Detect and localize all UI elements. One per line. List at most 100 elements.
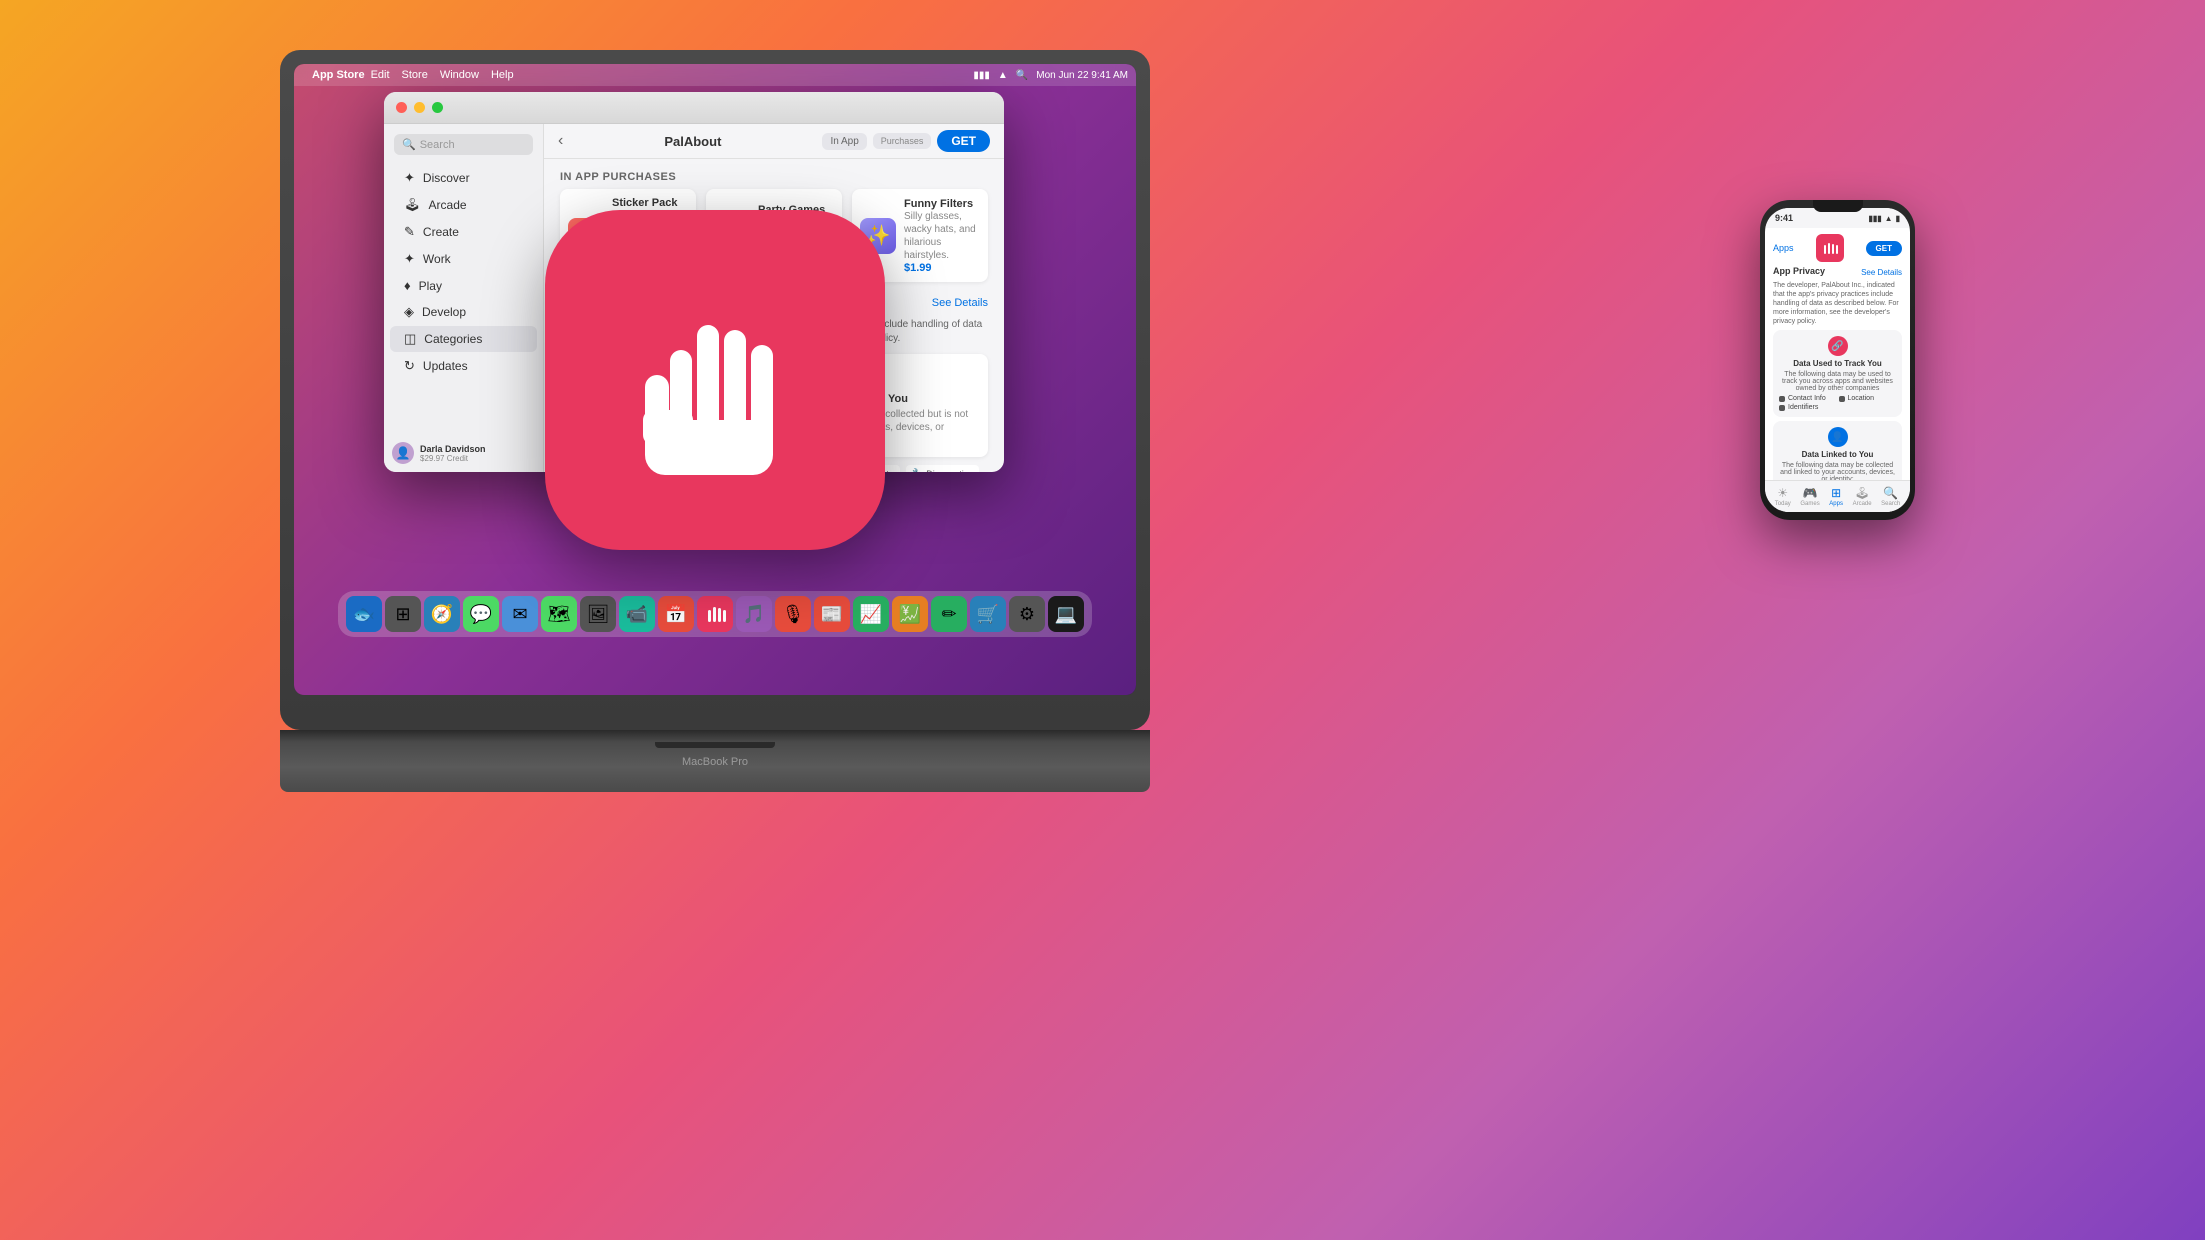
dock-keynote[interactable]: ✏: [931, 596, 967, 632]
get-button[interactable]: GET: [937, 130, 990, 152]
identifiers-tag-dot: [1779, 405, 1785, 411]
sidebar-item-develop[interactable]: ◈ Develop: [390, 299, 537, 325]
menu-window[interactable]: Window: [440, 69, 479, 81]
discover-icon: ✦: [404, 170, 415, 186]
nav-buttons: In App Purchases GET: [822, 130, 990, 152]
datetime: Mon Jun 22 9:41 AM: [1036, 70, 1128, 81]
iphone-bottombar: ☀ Today 🎮 Games ⊞ Apps 🕹 Arcade 🔍 S: [1765, 480, 1910, 512]
iphone-tag-identifiers: Identifiers: [1779, 404, 1837, 411]
iphone-app-icon: [1816, 234, 1844, 262]
dock-palabout[interactable]: [697, 596, 733, 632]
iap-name: Sticker Pack: [612, 197, 688, 209]
dock-mail[interactable]: ✉: [502, 596, 538, 632]
dock-news[interactable]: 📰: [814, 596, 850, 632]
app-title: PalAbout: [571, 134, 814, 149]
games-tab-icon: 🎮: [1803, 486, 1818, 500]
dock-maps[interactable]: 🗺: [541, 596, 577, 632]
search-icon[interactable]: 🔍: [1016, 70, 1028, 81]
iphone-tab-arcade[interactable]: 🕹 Arcade: [1853, 486, 1872, 507]
iphone-track-box: 🔗 Data Used to Track You The following d…: [1773, 330, 1902, 417]
iphone-tab-apps[interactable]: ⊞ Apps: [1829, 486, 1843, 507]
iap-desc: Silly glasses, wacky hats, and hilarious…: [904, 210, 980, 262]
dock-facetime[interactable]: 📹: [619, 596, 655, 632]
signal-icon: ▮▮▮: [1868, 214, 1881, 223]
dock: 🐟 ⊞ 🧭 💬 ✉ 🗺 🖼 📹 📅: [338, 591, 1092, 637]
search-icon: 🔍: [402, 138, 416, 151]
dock-launchpad[interactable]: ⊞: [385, 596, 421, 632]
dock-photos[interactable]: 🖼: [580, 596, 616, 632]
user-info: Darla Davidson $29.97 Credit: [420, 444, 486, 463]
search-placeholder: Search: [420, 139, 455, 151]
sidebar-item-work[interactable]: ✦ Work: [390, 246, 537, 272]
iphone-nav: Apps GET: [1773, 234, 1902, 262]
dock-podcasts[interactable]: 🎙: [775, 596, 811, 632]
iphone-track-title: Data Used to Track You: [1779, 359, 1896, 368]
play-icon: ♦: [404, 278, 411, 293]
iphone-track-tags: Contact Info Location Identifiers: [1779, 395, 1896, 411]
sidebar-item-categories[interactable]: ◫ Categories: [390, 326, 537, 352]
contact-tag-label: Contact Info: [1788, 395, 1826, 402]
dock-sysprefs[interactable]: ⚙: [1009, 596, 1045, 632]
sidebar-item-updates[interactable]: ↻ Updates: [390, 353, 537, 379]
screen-bezel: App Store Edit Store Window Help ▮▮▮ ▲ 🔍…: [294, 64, 1136, 695]
back-button[interactable]: ‹: [558, 132, 563, 150]
iphone-see-details[interactable]: See Details: [1861, 268, 1902, 277]
menu-store[interactable]: Store: [402, 69, 428, 81]
menubar-appname: App Store: [312, 69, 365, 81]
sidebar-item-discover[interactable]: ✦ Discover: [390, 165, 537, 191]
iphone-content: Apps GET App Privacy See Details: [1765, 228, 1910, 512]
today-tab-icon: ☀: [1777, 486, 1788, 500]
menu-edit[interactable]: Edit: [371, 69, 390, 81]
sidebar-item-create[interactable]: ✎ Create: [390, 219, 537, 245]
close-button[interactable]: [396, 102, 407, 113]
updates-icon: ↻: [404, 358, 415, 374]
dock-notes[interactable]: 💻: [1048, 596, 1084, 632]
iphone-get-button[interactable]: GET: [1866, 241, 1902, 256]
games-tab-label: Games: [1800, 501, 1819, 507]
wifi-status-icon: ▲: [1885, 214, 1893, 223]
iphone-track-desc: The following data may be used to track …: [1779, 371, 1896, 392]
search-bar[interactable]: 🔍 Search: [394, 134, 533, 155]
privacy-tag-diagnostics: 🔧 Diagnostics: [906, 465, 979, 472]
purchases-badge: Purchases: [873, 133, 932, 149]
menu-help[interactable]: Help: [491, 69, 514, 81]
iphone-tab-today[interactable]: ☀ Today: [1775, 486, 1791, 507]
dock-appstore[interactable]: 🛒: [970, 596, 1006, 632]
search-tab-icon: 🔍: [1883, 486, 1898, 500]
wifi-icon: ▲: [998, 70, 1008, 81]
diagnostics-icon: 🔧: [912, 468, 923, 472]
dock-stocks[interactable]: 📈: [853, 596, 889, 632]
iphone-back-button[interactable]: Apps: [1773, 243, 1794, 253]
diagnostics-label: Diagnostics: [926, 469, 973, 473]
iphone-privacy-desc: The developer, PalAbout Inc., indicated …: [1773, 281, 1902, 326]
minimize-button[interactable]: [414, 102, 425, 113]
dock-numbers[interactable]: 💹: [892, 596, 928, 632]
see-details-link[interactable]: See Details: [932, 297, 988, 309]
dock-messages[interactable]: 💬: [463, 596, 499, 632]
sidebar-item-label: Categories: [424, 332, 482, 346]
iphone-tab-games[interactable]: 🎮 Games: [1800, 486, 1819, 507]
user-credit: $29.97 Credit: [420, 454, 486, 463]
search-tab-label: Search: [1881, 501, 1900, 507]
dock-music[interactable]: 🎵: [736, 596, 772, 632]
location-tag-label: Location: [1848, 395, 1874, 402]
macbook: App Store Edit Store Window Help ▮▮▮ ▲ 🔍…: [280, 50, 1150, 810]
macbook-frame: App Store Edit Store Window Help ▮▮▮ ▲ 🔍…: [280, 50, 1150, 730]
identifiers-tag-label: Identifiers: [1788, 404, 1818, 411]
macbook-base: MacBook Pro: [280, 742, 1150, 792]
dock-safari[interactable]: 🧭: [424, 596, 460, 632]
dock-finder[interactable]: 🐟: [346, 596, 382, 632]
sidebar-item-play[interactable]: ♦ Play: [390, 273, 537, 298]
status-icons: ▮▮▮ ▲ ▮: [1868, 214, 1900, 223]
iap-name: Funny Filters: [904, 198, 980, 210]
sidebar: 🔍 Search ✦ Discover 🕹 Arcade: [384, 124, 544, 472]
dock-calendar[interactable]: 📅: [658, 596, 694, 632]
maximize-button[interactable]: [432, 102, 443, 113]
sidebar-item-arcade[interactable]: 🕹 Arcade: [390, 192, 537, 218]
arcade-tab-label: Arcade: [1853, 501, 1872, 507]
hand-icon: [615, 270, 815, 490]
iphone-time: 9:41: [1775, 213, 1793, 223]
palabout-overlay: [545, 210, 885, 550]
iphone-notch: [1813, 200, 1863, 212]
iphone-tab-search[interactable]: 🔍 Search: [1881, 486, 1900, 507]
